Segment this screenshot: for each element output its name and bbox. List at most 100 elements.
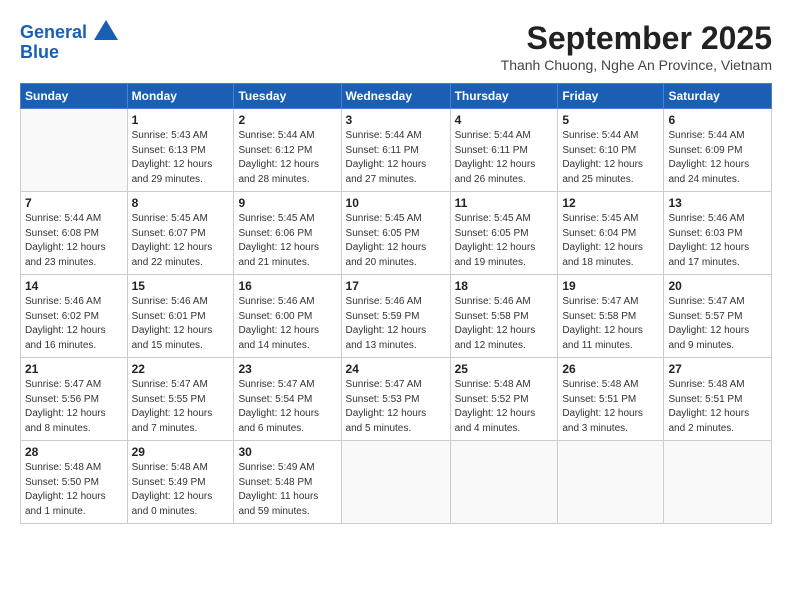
day-info: Sunrise: 5:45 AM Sunset: 6:07 PM Dayligh…	[132, 212, 230, 270]
day-of-week-header: Sunday	[21, 84, 128, 109]
day-number: 1	[132, 113, 230, 127]
logo-text: General Blue	[20, 20, 118, 63]
day-number: 22	[132, 362, 230, 376]
day-of-week-header: Saturday	[664, 84, 772, 109]
day-number: 18	[455, 279, 554, 293]
day-number: 9	[238, 196, 336, 210]
day-number: 17	[346, 279, 446, 293]
calendar-cell: 9 Sunrise: 5:45 AM Sunset: 6:06 PM Daylig…	[234, 192, 341, 275]
calendar-cell: 24 Sunrise: 5:47 AM Sunset: 5:53 PM Dayli…	[341, 358, 450, 441]
day-info: Sunrise: 5:44 AM Sunset: 6:09 PM Dayligh…	[668, 129, 767, 187]
day-info: Sunrise: 5:46 AM Sunset: 6:00 PM Dayligh…	[238, 295, 336, 353]
day-number: 14	[25, 279, 123, 293]
day-info: Sunrise: 5:45 AM Sunset: 6:05 PM Dayligh…	[455, 212, 554, 270]
calendar-cell: 17 Sunrise: 5:46 AM Sunset: 5:59 PM Dayli…	[341, 275, 450, 358]
day-info: Sunrise: 5:47 AM Sunset: 5:53 PM Dayligh…	[346, 378, 446, 436]
calendar-cell: 30 Sunrise: 5:49 AM Sunset: 5:48 PM Dayli…	[234, 441, 341, 524]
day-info: Sunrise: 5:44 AM Sunset: 6:12 PM Dayligh…	[238, 129, 336, 187]
day-number: 30	[238, 445, 336, 459]
day-info: Sunrise: 5:49 AM Sunset: 5:48 PM Dayligh…	[238, 461, 336, 519]
calendar-cell: 23Sunrise: 5:47 AM Sunset: 5:54 PM Dayli…	[234, 358, 341, 441]
calendar-cell: 21 Sunrise: 5:47 AM Sunset: 5:56 PM Dayli…	[21, 358, 128, 441]
day-number: 10	[346, 196, 446, 210]
day-info: Sunrise: 5:45 AM Sunset: 6:05 PM Dayligh…	[346, 212, 446, 270]
calendar-cell: 2 Sunrise: 5:44 AM Sunset: 6:12 PM Daylig…	[234, 109, 341, 192]
day-number: 7	[25, 196, 123, 210]
day-number: 16	[238, 279, 336, 293]
calendar-cell: 14 Sunrise: 5:46 AM Sunset: 6:02 PM Dayli…	[21, 275, 128, 358]
calendar-cell: 13 Sunrise: 5:46 AM Sunset: 6:03 PM Dayli…	[664, 192, 772, 275]
title-section: September 2025 Thanh Chuong, Nghe An Pro…	[501, 20, 772, 81]
calendar-cell: 18 Sunrise: 5:46 AM Sunset: 5:58 PM Dayli…	[450, 275, 558, 358]
calendar-cell: 4 Sunrise: 5:44 AM Sunset: 6:11 PM Daylig…	[450, 109, 558, 192]
day-of-week-header: Tuesday	[234, 84, 341, 109]
day-number: 3	[346, 113, 446, 127]
day-of-week-header: Friday	[558, 84, 664, 109]
day-of-week-header: Monday	[127, 84, 234, 109]
day-info: Sunrise: 5:46 AM Sunset: 6:03 PM Dayligh…	[668, 212, 767, 270]
day-info: Sunrise: 5:45 AM Sunset: 6:04 PM Dayligh…	[562, 212, 659, 270]
calendar-cell: 5 Sunrise: 5:44 AM Sunset: 6:10 PM Daylig…	[558, 109, 664, 192]
day-info: Sunrise: 5:48 AM Sunset: 5:51 PM Dayligh…	[562, 378, 659, 436]
calendar-cell: 12 Sunrise: 5:45 AM Sunset: 6:04 PM Dayli…	[558, 192, 664, 275]
calendar-cell: 29 Sunrise: 5:48 AM Sunset: 5:49 PM Dayli…	[127, 441, 234, 524]
day-number: 4	[455, 113, 554, 127]
day-of-week-header: Wednesday	[341, 84, 450, 109]
day-number: 12	[562, 196, 659, 210]
calendar-cell: 26 Sunrise: 5:48 AM Sunset: 5:51 PM Dayli…	[558, 358, 664, 441]
calendar-cell: 25 Sunrise: 5:48 AM Sunset: 5:52 PM Dayli…	[450, 358, 558, 441]
day-number: 27	[668, 362, 767, 376]
calendar-cell: 19 Sunrise: 5:47 AM Sunset: 5:58 PM Dayli…	[558, 275, 664, 358]
day-info: Sunrise: 5:48 AM Sunset: 5:49 PM Dayligh…	[132, 461, 230, 519]
day-info: Sunrise: 5:46 AM Sunset: 6:01 PM Dayligh…	[132, 295, 230, 353]
day-number: 15	[132, 279, 230, 293]
day-number: 13	[668, 196, 767, 210]
calendar-cell: 22Sunrise: 5:47 AM Sunset: 5:55 PM Dayli…	[127, 358, 234, 441]
day-number: 20	[668, 279, 767, 293]
calendar-cell: 3Sunrise: 5:44 AM Sunset: 6:11 PM Daylig…	[341, 109, 450, 192]
calendar-cell	[341, 441, 450, 524]
calendar-cell	[558, 441, 664, 524]
day-number: 5	[562, 113, 659, 127]
day-info: Sunrise: 5:46 AM Sunset: 5:58 PM Dayligh…	[455, 295, 554, 353]
day-info: Sunrise: 5:44 AM Sunset: 6:10 PM Dayligh…	[562, 129, 659, 187]
day-number: 6	[668, 113, 767, 127]
calendar-cell	[664, 441, 772, 524]
day-number: 11	[455, 196, 554, 210]
month-title: September 2025	[501, 20, 772, 57]
day-of-week-header: Thursday	[450, 84, 558, 109]
day-number: 24	[346, 362, 446, 376]
day-info: Sunrise: 5:47 AM Sunset: 5:58 PM Dayligh…	[562, 295, 659, 353]
day-number: 8	[132, 196, 230, 210]
calendar-cell: 6 Sunrise: 5:44 AM Sunset: 6:09 PM Daylig…	[664, 109, 772, 192]
calendar-cell: 1Sunrise: 5:43 AM Sunset: 6:13 PM Daylig…	[127, 109, 234, 192]
day-info: Sunrise: 5:47 AM Sunset: 5:57 PM Dayligh…	[668, 295, 767, 353]
day-info: Sunrise: 5:44 AM Sunset: 6:08 PM Dayligh…	[25, 212, 123, 270]
calendar-cell	[450, 441, 558, 524]
calendar-cell: 16 Sunrise: 5:46 AM Sunset: 6:00 PM Dayli…	[234, 275, 341, 358]
day-number: 2	[238, 113, 336, 127]
day-info: Sunrise: 5:45 AM Sunset: 6:06 PM Dayligh…	[238, 212, 336, 270]
calendar: SundayMondayTuesdayWednesdayThursdayFrid…	[20, 83, 772, 524]
calendar-cell: 28 Sunrise: 5:48 AM Sunset: 5:50 PM Dayli…	[21, 441, 128, 524]
day-info: Sunrise: 5:48 AM Sunset: 5:51 PM Dayligh…	[668, 378, 767, 436]
day-info: Sunrise: 5:44 AM Sunset: 6:11 PM Dayligh…	[455, 129, 554, 187]
day-info: Sunrise: 5:46 AM Sunset: 5:59 PM Dayligh…	[346, 295, 446, 353]
day-number: 29	[132, 445, 230, 459]
day-info: Sunrise: 5:48 AM Sunset: 5:50 PM Dayligh…	[25, 461, 123, 519]
day-info: Sunrise: 5:47 AM Sunset: 5:56 PM Dayligh…	[25, 378, 123, 436]
calendar-cell: 15 Sunrise: 5:46 AM Sunset: 6:01 PM Dayli…	[127, 275, 234, 358]
calendar-cell: 7 Sunrise: 5:44 AM Sunset: 6:08 PM Daylig…	[21, 192, 128, 275]
day-number: 26	[562, 362, 659, 376]
day-number: 19	[562, 279, 659, 293]
day-number: 28	[25, 445, 123, 459]
calendar-cell: 20 Sunrise: 5:47 AM Sunset: 5:57 PM Dayli…	[664, 275, 772, 358]
day-info: Sunrise: 5:46 AM Sunset: 6:02 PM Dayligh…	[25, 295, 123, 353]
logo: General Blue	[20, 20, 118, 63]
day-number: 21	[25, 362, 123, 376]
day-info: Sunrise: 5:48 AM Sunset: 5:52 PM Dayligh…	[455, 378, 554, 436]
day-number: 25	[455, 362, 554, 376]
calendar-cell: 11 Sunrise: 5:45 AM Sunset: 6:05 PM Dayli…	[450, 192, 558, 275]
location-title: Thanh Chuong, Nghe An Province, Vietnam	[501, 57, 772, 73]
calendar-cell	[21, 109, 128, 192]
